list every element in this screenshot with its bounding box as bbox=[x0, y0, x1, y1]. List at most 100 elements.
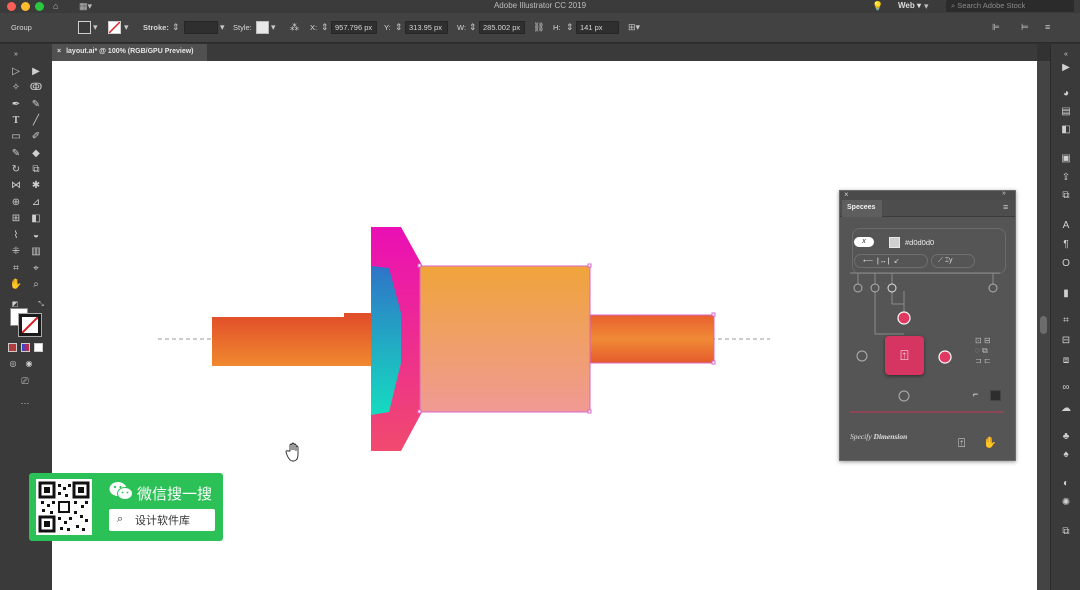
specees-vertical-group[interactable]: ⟋ ⌶y bbox=[931, 254, 975, 268]
magic-wand-tool-icon[interactable]: ✧ bbox=[9, 81, 23, 95]
swap-fill-stroke-icon[interactable]: ⤡ bbox=[34, 298, 48, 312]
specees-option-icon-3[interactable]: ◌ bbox=[975, 346, 980, 355]
curvature-tool-icon[interactable]: ✎ bbox=[29, 98, 43, 112]
shaper-tool-icon[interactable]: ✎ bbox=[9, 147, 23, 161]
w-field[interactable]: 285.002 px bbox=[479, 21, 525, 34]
document-info-icon[interactable]: ▣ bbox=[1059, 152, 1073, 166]
gradient-mode-button[interactable] bbox=[21, 343, 30, 352]
lasso-tool-icon[interactable]: ↂ bbox=[29, 81, 43, 95]
draw-normal-icon[interactable]: ◎ bbox=[6, 357, 20, 371]
main-body-shape[interactable] bbox=[419, 265, 591, 413]
more-options-icon[interactable]: ≡ bbox=[1045, 21, 1050, 34]
style-swatch[interactable] bbox=[256, 21, 269, 34]
stroke-swatch[interactable] bbox=[108, 21, 121, 34]
left-shaft-shape[interactable] bbox=[212, 313, 372, 366]
specify-dimension-icon[interactable]: ⍐ bbox=[958, 436, 965, 451]
layers-panel-icon[interactable]: ⧈ bbox=[1059, 354, 1073, 368]
slice-tool-icon[interactable]: ⌖ bbox=[29, 262, 43, 276]
blend-tool-icon[interactable]: ◒ bbox=[29, 229, 43, 243]
document-tab[interactable]: × layout.ai* @ 100% (RGB/GPU Preview) bbox=[52, 44, 207, 61]
specees-align-icon[interactable]: ⌐ bbox=[973, 389, 978, 399]
export-panel-icon[interactable]: ⇪ bbox=[1059, 171, 1073, 185]
play-action-icon[interactable]: ▶ bbox=[1059, 61, 1073, 75]
h-stepper-icon[interactable]: ⇕ bbox=[566, 21, 574, 34]
links-panel-icon[interactable]: ∞ bbox=[1059, 381, 1073, 395]
fill-dropdown-chevron-icon[interactable]: ▾ bbox=[93, 21, 98, 34]
collapse-dock-icon[interactable]: « bbox=[1059, 48, 1073, 62]
gradient-panel-icon[interactable]: ◧ bbox=[1059, 123, 1073, 137]
specees-color-swatch[interactable] bbox=[889, 237, 900, 248]
paragraph-panel-icon[interactable]: ¶ bbox=[1059, 238, 1073, 252]
arrow-icon[interactable]: ▾ bbox=[924, 1, 929, 12]
puppet-warp-tool-icon[interactable]: ✱ bbox=[29, 179, 43, 193]
specees-option-icon-6[interactable]: ⊏ bbox=[984, 356, 991, 365]
align-left-icon[interactable]: ⊫ bbox=[992, 21, 1000, 34]
stroke-dropdown-chevron-icon[interactable]: ▾ bbox=[124, 21, 129, 34]
reference-point-icon[interactable]: ⁂ bbox=[290, 21, 299, 34]
fill-swatch[interactable] bbox=[78, 21, 91, 34]
line-segment-tool-icon[interactable]: ╱ bbox=[29, 114, 43, 128]
column-graph-tool-icon[interactable]: ▥ bbox=[29, 245, 43, 259]
specees-collapse-icon[interactable]: » bbox=[1002, 190, 1006, 197]
specees-option-icon-5[interactable]: ⊐ bbox=[975, 356, 982, 365]
transform-panel-icon[interactable]: ⌗ bbox=[1059, 314, 1073, 328]
specees-dimension-button[interactable]: ⍐ bbox=[885, 336, 924, 375]
x-stepper-icon[interactable]: ⇕ bbox=[321, 21, 329, 34]
paintbrush-tool-icon[interactable]: ✐ bbox=[29, 130, 43, 144]
specees-tab[interactable]: Specees bbox=[842, 200, 882, 217]
shape-builder-tool-icon[interactable]: ⊕ bbox=[9, 196, 23, 210]
vertical-scrollbar[interactable] bbox=[1037, 61, 1050, 590]
lightbulb-icon[interactable]: 💡 bbox=[872, 1, 883, 12]
perspective-grid-tool-icon[interactable]: ⊿ bbox=[29, 196, 43, 210]
specees-option-icon-2[interactable]: ⊟ bbox=[984, 336, 991, 345]
specees-menu-icon[interactable]: ≡ bbox=[1003, 202, 1008, 212]
color-panel-icon[interactable]: ◕ bbox=[1059, 87, 1073, 101]
screen-mode-icon[interactable]: ⎚ bbox=[18, 374, 32, 388]
graphic-styles-panel-icon[interactable]: ✺ bbox=[1059, 496, 1073, 510]
specees-close-icon[interactable]: × bbox=[844, 190, 849, 199]
specees-panel-icon[interactable]: ⧉ bbox=[1059, 525, 1073, 539]
swatches-panel-icon[interactable]: ▤ bbox=[1059, 105, 1073, 119]
brushes-panel-icon[interactable]: ♠ bbox=[1059, 448, 1073, 462]
width-tool-icon[interactable]: ⋈ bbox=[9, 179, 23, 193]
align-panel-icon[interactable]: ▮ bbox=[1059, 287, 1073, 301]
none-mode-button[interactable] bbox=[34, 343, 43, 352]
close-tab-icon[interactable]: × bbox=[57, 48, 61, 55]
specees-panel-titlebar[interactable]: × » bbox=[840, 190, 1015, 200]
specees-option-icon-4[interactable]: ⧉ bbox=[982, 346, 988, 355]
symbol-sprayer-tool-icon[interactable]: ⁜ bbox=[9, 245, 23, 259]
x-field[interactable]: 957.796 px bbox=[331, 21, 377, 34]
specees-dark-swatch[interactable] bbox=[990, 390, 1001, 401]
pen-tool-icon[interactable]: ✒ bbox=[9, 98, 23, 112]
character-panel-icon[interactable]: A bbox=[1059, 219, 1073, 233]
stock-search-input[interactable]: ⌕ Search Adobe Stock bbox=[946, 0, 1074, 12]
workspace-switcher[interactable]: Web ▾ bbox=[898, 1, 921, 10]
artboard-tool-icon[interactable]: ⌗ bbox=[9, 262, 23, 276]
specees-spacing-group[interactable]: ⟵ |↔| ↙ bbox=[854, 254, 928, 268]
rectangle-tool-icon[interactable]: ▭ bbox=[9, 130, 23, 144]
symbols-panel-icon[interactable]: ♣ bbox=[1059, 430, 1073, 444]
y-stepper-icon[interactable]: ⇕ bbox=[395, 21, 403, 34]
direct-selection-tool-icon[interactable]: ▶ bbox=[29, 65, 43, 79]
specees-option-icon-1[interactable]: ⊡ bbox=[975, 336, 982, 345]
eraser-tool-icon[interactable]: ◆ bbox=[29, 147, 43, 161]
vertical-scrollbar-thumb[interactable] bbox=[1040, 316, 1047, 334]
asset-export-icon[interactable]: ⧉ bbox=[1059, 189, 1073, 203]
draw-behind-icon[interactable]: ◉ bbox=[22, 357, 36, 371]
specees-hand-icon[interactable]: ✋ bbox=[983, 436, 997, 449]
style-chevron-icon[interactable]: ▾ bbox=[271, 21, 276, 34]
y-field[interactable]: 313.95 px bbox=[405, 21, 448, 34]
selection-tool-icon[interactable]: ▷ bbox=[9, 65, 23, 79]
align-right-icon[interactable]: ⊨ bbox=[1021, 21, 1029, 34]
type-tool-icon[interactable]: T bbox=[9, 114, 23, 128]
h-field[interactable]: 141 px bbox=[576, 21, 619, 34]
zoom-tool-icon[interactable]: ⌕ bbox=[29, 278, 43, 292]
stroke-weight-field[interactable] bbox=[184, 21, 218, 34]
stroke-stepper-icon[interactable]: ⇕ bbox=[172, 21, 180, 34]
rotate-tool-icon[interactable]: ↻ bbox=[9, 163, 23, 177]
pathfinder-panel-icon[interactable]: ⊟ bbox=[1059, 334, 1073, 348]
hand-tool-icon[interactable]: ✋ bbox=[9, 278, 23, 292]
gradient-tool-icon[interactable]: ◧ bbox=[29, 212, 43, 226]
collapse-panel-icon[interactable]: » bbox=[9, 48, 23, 62]
appearance-panel-icon[interactable]: ◐ bbox=[1059, 477, 1073, 491]
